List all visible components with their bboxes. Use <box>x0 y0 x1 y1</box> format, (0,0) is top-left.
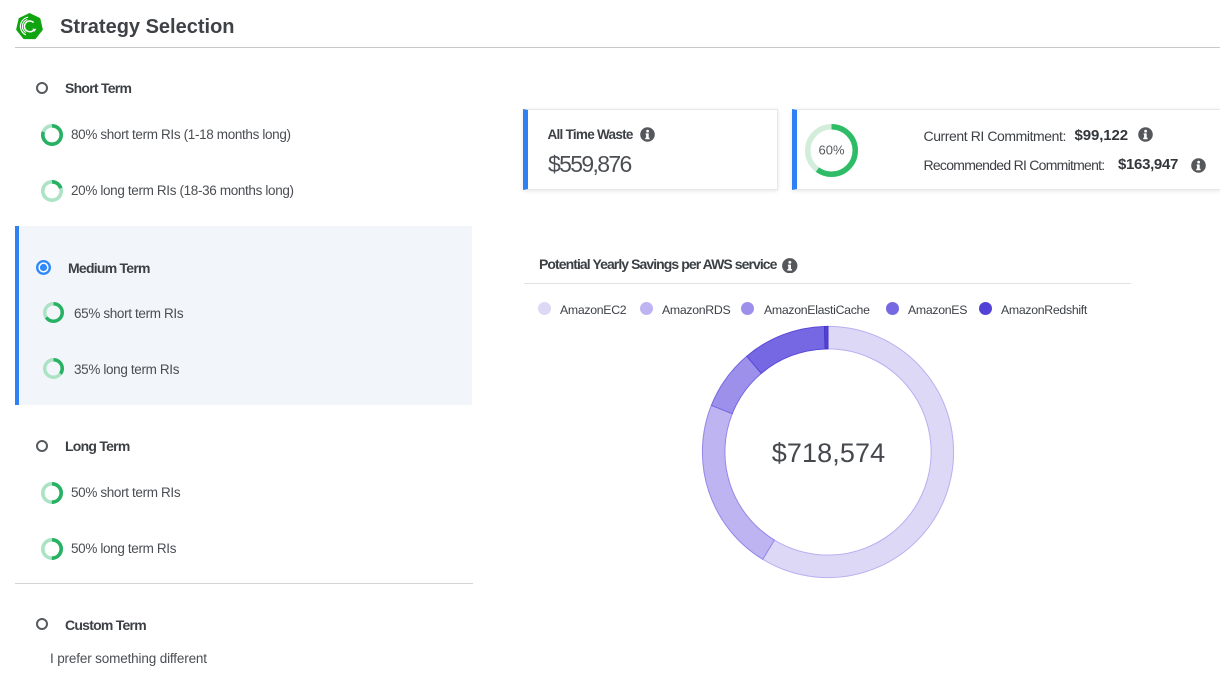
svg-text:60%: 60% <box>818 142 844 157</box>
